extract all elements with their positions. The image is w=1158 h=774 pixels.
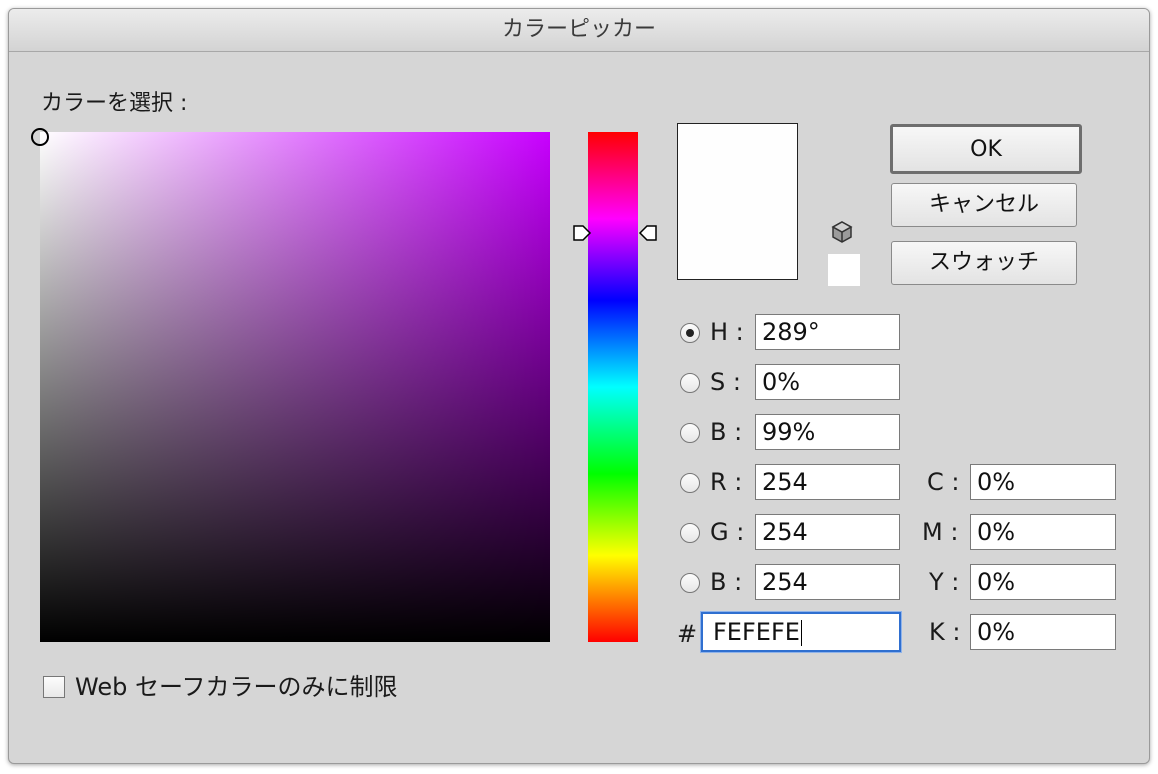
saturation-brightness-field[interactable] (31, 128, 550, 642)
text-caret (800, 620, 802, 646)
hue-slider-left-arrow-icon[interactable] (572, 223, 592, 243)
green-radio[interactable] (680, 523, 700, 543)
yellow-input[interactable]: 0% (970, 564, 1116, 600)
saturation-label: S : (710, 368, 741, 396)
hue-slider-right-arrow-icon[interactable] (638, 223, 658, 243)
cyan-input[interactable]: 0% (970, 464, 1116, 500)
saturation-input[interactable]: 0% (755, 364, 900, 400)
yellow-label: Y : (929, 568, 960, 596)
black-label: K : (929, 618, 961, 646)
green-label: G : (710, 518, 745, 546)
swatches-button[interactable]: スウォッチ (891, 241, 1077, 285)
black-input[interactable]: 0% (970, 614, 1116, 650)
select-color-label: カラーを選択 : (41, 91, 188, 116)
ok-button[interactable]: OK (890, 124, 1082, 174)
brightness-radio[interactable] (680, 423, 700, 443)
hue-slider[interactable] (588, 132, 638, 642)
hex-value: FEFEFE (713, 618, 800, 646)
window-title: カラーピッカー (9, 9, 1149, 52)
red-input[interactable]: 254 (755, 464, 900, 500)
hex-label: # (677, 620, 698, 648)
websafe-only-checkbox[interactable] (43, 676, 65, 698)
hex-input[interactable]: FEFEFE (701, 612, 901, 652)
cyan-label: C : (927, 468, 960, 496)
magenta-input[interactable]: 0% (970, 514, 1116, 550)
hue-label: H : (710, 318, 744, 346)
brightness-label: B : (710, 418, 743, 446)
saturation-radio[interactable] (680, 373, 700, 393)
color-selection-cursor[interactable] (31, 128, 49, 147)
websafe-only-label[interactable]: Web セーフカラーのみに制限 (75, 671, 398, 703)
new-color-preview (677, 123, 798, 280)
blue-label: B : (710, 568, 743, 596)
hue-input[interactable]: 289° (755, 314, 900, 350)
red-radio[interactable] (680, 473, 700, 493)
color-picker-dialog: カラーピッカー カラーを選択 : OK キャンセル スウォッチ H : 289°… (8, 8, 1150, 764)
hue-radio[interactable] (680, 323, 700, 343)
magenta-label: M : (922, 518, 959, 546)
red-label: R : (710, 468, 743, 496)
cancel-button[interactable]: キャンセル (891, 183, 1077, 227)
websafe-color-swatch[interactable] (828, 254, 860, 286)
green-input[interactable]: 254 (755, 514, 900, 550)
blue-radio[interactable] (680, 573, 700, 593)
cube-icon[interactable] (829, 219, 855, 245)
brightness-input[interactable]: 99% (755, 414, 900, 450)
blue-input[interactable]: 254 (755, 564, 900, 600)
